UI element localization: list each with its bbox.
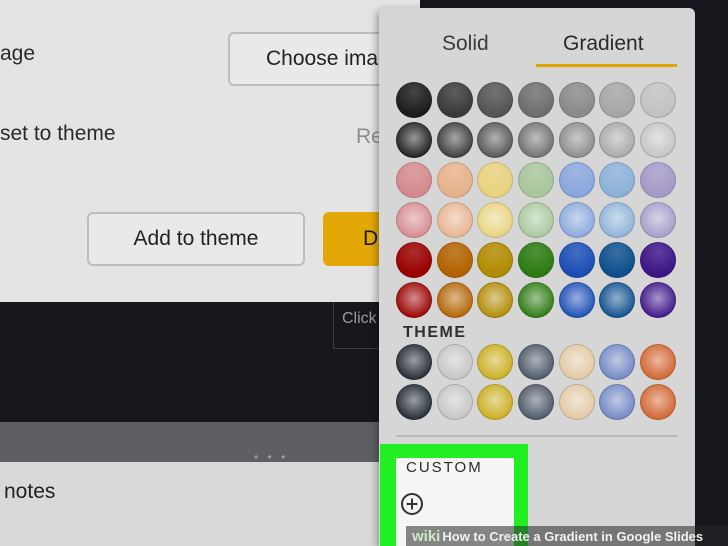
gradient-swatch-2-5[interactable] <box>599 162 636 198</box>
gradient-swatch-1-3[interactable] <box>518 122 555 158</box>
gradient-swatch-1-4[interactable] <box>558 122 595 158</box>
gradient-swatch-3-1[interactable] <box>436 202 473 238</box>
active-tab-indicator <box>536 64 677 67</box>
gradient-swatch-4-0[interactable] <box>396 242 432 278</box>
speaker-notes-area[interactable] <box>0 462 380 546</box>
theme-swatch-0-3[interactable] <box>518 344 555 380</box>
gradient-swatch-3-2[interactable] <box>477 202 514 238</box>
wikihow-watermark: wiki How to Create a Gradient in Google … <box>406 526 728 546</box>
background-dialog: age Choose ima set to theme Re Add to th… <box>0 0 428 302</box>
gradient-swatch-2-6[interactable] <box>640 162 677 198</box>
theme-swatch-0-0[interactable] <box>396 344 432 380</box>
gradient-swatch-0-3[interactable] <box>518 82 555 118</box>
reset-to-theme-label: set to theme <box>0 122 116 145</box>
gradient-swatch-5-6[interactable] <box>640 282 677 318</box>
add-circle-icon[interactable] <box>400 492 424 516</box>
gradient-swatch-5-3[interactable] <box>518 282 555 318</box>
gradient-swatch-4-4[interactable] <box>558 242 595 278</box>
theme-section-label: THEME <box>403 324 467 341</box>
notes-label: notes <box>4 480 56 503</box>
notes-divider[interactable] <box>0 422 380 462</box>
gradient-swatch-0-0[interactable] <box>396 82 432 118</box>
gradient-swatch-2-2[interactable] <box>477 162 514 198</box>
gradient-swatch-0-5[interactable] <box>599 82 636 118</box>
theme-swatch-1-0[interactable] <box>396 384 432 420</box>
custom-section-label: CUSTOM <box>406 459 483 476</box>
gradient-swatch-2-4[interactable] <box>558 162 595 198</box>
gradient-swatch-4-2[interactable] <box>477 242 514 278</box>
click-hint-text: Click <box>333 302 383 349</box>
add-to-theme-button[interactable]: Add to theme <box>87 212 305 266</box>
gradient-swatch-5-1[interactable] <box>436 282 473 318</box>
theme-swatch-0-4[interactable] <box>558 344 595 380</box>
gradient-swatch-4-5[interactable] <box>599 242 636 278</box>
theme-swatch-1-2[interactable] <box>477 384 514 420</box>
theme-swatch-0-2[interactable] <box>477 344 514 380</box>
theme-swatch-0-6[interactable] <box>640 344 677 380</box>
theme-swatch-1-1[interactable] <box>436 384 473 420</box>
theme-swatch-1-5[interactable] <box>599 384 636 420</box>
gradient-swatch-1-1[interactable] <box>436 122 473 158</box>
gradient-swatch-5-2[interactable] <box>477 282 514 318</box>
gradient-swatch-2-1[interactable] <box>436 162 473 198</box>
gradient-swatch-grid <box>396 82 677 318</box>
gradient-swatch-0-6[interactable] <box>640 82 677 118</box>
gradient-swatch-3-4[interactable] <box>558 202 595 238</box>
gradient-swatch-4-1[interactable] <box>436 242 473 278</box>
gradient-swatch-4-6[interactable] <box>640 242 677 278</box>
gradient-swatch-1-0[interactable] <box>396 122 432 158</box>
image-label: age <box>0 42 36 65</box>
tab-solid[interactable]: Solid <box>442 32 489 56</box>
gradient-swatch-1-6[interactable] <box>640 122 677 158</box>
theme-swatch-0-1[interactable] <box>436 344 473 380</box>
gradient-swatch-0-4[interactable] <box>558 82 595 118</box>
theme-swatch-1-6[interactable] <box>640 384 677 420</box>
theme-swatch-grid <box>396 344 677 420</box>
gradient-swatch-5-5[interactable] <box>599 282 636 318</box>
watermark-brand: wiki <box>412 527 441 545</box>
theme-swatch-0-5[interactable] <box>599 344 636 380</box>
theme-swatch-1-4[interactable] <box>558 384 595 420</box>
gradient-swatch-2-0[interactable] <box>396 162 432 198</box>
tab-gradient[interactable]: Gradient <box>563 32 644 56</box>
gradient-swatch-0-1[interactable] <box>436 82 473 118</box>
gradient-swatch-2-3[interactable] <box>518 162 555 198</box>
gradient-swatch-0-2[interactable] <box>477 82 514 118</box>
watermark-text: How to Create a Gradient in Google Slide… <box>442 528 704 544</box>
gradient-swatch-5-4[interactable] <box>558 282 595 318</box>
gradient-swatch-3-5[interactable] <box>599 202 636 238</box>
gradient-swatch-3-0[interactable] <box>396 202 432 238</box>
gradient-swatch-1-2[interactable] <box>477 122 514 158</box>
gradient-swatch-5-0[interactable] <box>396 282 432 318</box>
picker-divider <box>396 435 678 437</box>
gradient-swatch-3-6[interactable] <box>640 202 677 238</box>
gradient-swatch-3-3[interactable] <box>518 202 555 238</box>
theme-swatch-1-3[interactable] <box>518 384 555 420</box>
gradient-swatch-4-3[interactable] <box>518 242 555 278</box>
gradient-swatch-1-5[interactable] <box>599 122 636 158</box>
